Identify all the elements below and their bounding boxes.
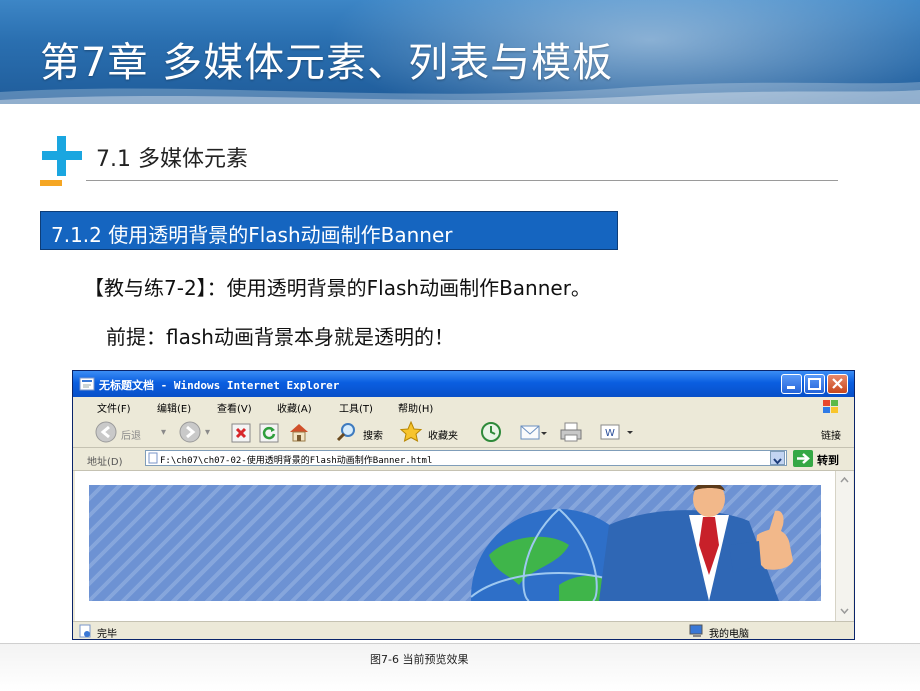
vertical-scrollbar[interactable] bbox=[835, 471, 853, 621]
plus-icon bbox=[40, 136, 82, 186]
svg-text:W: W bbox=[605, 428, 615, 439]
go-button-label[interactable]: 转到 bbox=[817, 452, 839, 468]
zone-text: 我的电脑 bbox=[709, 629, 749, 640]
minimize-icon bbox=[787, 386, 795, 389]
address-dropdown-button[interactable] bbox=[770, 451, 785, 465]
ie-menubar: 文件(F) 编辑(E) 查看(V) 收藏(A) 工具(T) 帮助(H) bbox=[73, 397, 854, 418]
maximize-icon bbox=[808, 378, 821, 390]
favorites-label[interactable]: 收藏夹 bbox=[428, 427, 458, 442]
exercise-text: 【教与练7-2】：使用透明背景的Flash动画制作Banner。 bbox=[84, 276, 591, 300]
back-dropdown-icon[interactable]: ▾ bbox=[161, 427, 166, 438]
figure-caption: 图7-6 当前预览效果 bbox=[370, 653, 469, 666]
chevron-down-icon bbox=[773, 458, 782, 465]
scroll-up-icon[interactable] bbox=[838, 473, 851, 486]
close-button[interactable] bbox=[827, 374, 848, 394]
page-icon bbox=[148, 452, 158, 464]
home-icon[interactable] bbox=[287, 421, 311, 443]
ie-window: 无标题文档 - Windows Internet Explorer 文件(F) … bbox=[72, 370, 855, 640]
subsection-bar: 7.1.2 使用透明背景的Flash动画制作Banner bbox=[40, 211, 618, 250]
ie-addressbar: 地址(D) F:\ch07\ch07-02-使用透明背景的Flash动画制作Ba… bbox=[73, 448, 854, 471]
slide-title: 第7章 多媒体元素、列表与模板 bbox=[40, 40, 614, 86]
close-icon bbox=[832, 378, 843, 389]
print-icon[interactable] bbox=[559, 421, 585, 443]
stop-icon[interactable] bbox=[231, 423, 251, 443]
address-input[interactable]: F:\ch07\ch07-02-使用透明背景的Flash动画制作Banner.h… bbox=[145, 450, 787, 466]
scroll-down-icon[interactable] bbox=[838, 604, 851, 617]
flash-banner bbox=[89, 485, 821, 601]
back-label[interactable]: 后退 bbox=[121, 427, 141, 442]
menu-help[interactable]: 帮助(H) bbox=[398, 400, 433, 415]
address-value: F:\ch07\ch07-02-使用透明背景的Flash动画制作Banner.h… bbox=[160, 456, 433, 466]
search-label[interactable]: 搜索 bbox=[363, 427, 383, 442]
menu-favorites[interactable]: 收藏(A) bbox=[277, 400, 312, 415]
slide-header: 第7章 多媒体元素、列表与模板 bbox=[0, 0, 920, 104]
windows-logo-icon bbox=[823, 400, 838, 413]
subsection-title: 7.1.2 使用透明背景的Flash动画制作Banner bbox=[51, 223, 453, 247]
status-text: 完毕 bbox=[97, 629, 117, 640]
ie-toolbar: 后退 ▾ ▾ 搜索 收藏夹 W 链接 bbox=[73, 417, 854, 448]
ie-statusbar: 完毕 我的电脑 bbox=[73, 621, 854, 640]
menu-view[interactable]: 查看(V) bbox=[217, 400, 252, 415]
address-label: 地址(D) bbox=[87, 457, 123, 468]
go-arrow-icon[interactable] bbox=[793, 450, 813, 467]
menu-edit[interactable]: 编辑(E) bbox=[157, 400, 191, 415]
links-label[interactable]: 链接 bbox=[821, 427, 841, 442]
menu-file[interactable]: 文件(F) bbox=[97, 400, 131, 415]
forward-icon[interactable] bbox=[179, 421, 201, 443]
back-icon[interactable] bbox=[95, 421, 117, 443]
search-icon[interactable] bbox=[335, 421, 359, 443]
favorites-star-icon[interactable] bbox=[399, 421, 423, 443]
banner-illustration bbox=[470, 485, 793, 601]
page-done-icon bbox=[79, 624, 91, 638]
menu-tools[interactable]: 工具(T) bbox=[339, 400, 373, 415]
minimize-button[interactable] bbox=[781, 374, 802, 394]
section-divider bbox=[86, 180, 838, 181]
ie-titlebar[interactable]: 无标题文档 - Windows Internet Explorer bbox=[73, 371, 854, 397]
forward-dropdown-icon[interactable]: ▾ bbox=[205, 427, 210, 438]
my-computer-icon bbox=[689, 624, 703, 637]
refresh-icon[interactable] bbox=[259, 423, 279, 443]
section-heading: 7.1 多媒体元素 bbox=[96, 147, 248, 172]
history-icon[interactable] bbox=[479, 421, 503, 443]
word-edit-icon[interactable]: W bbox=[599, 423, 635, 441]
ie-window-title: 无标题文档 - Windows Internet Explorer bbox=[99, 379, 340, 392]
ie-app-icon bbox=[79, 377, 95, 391]
page-content bbox=[75, 471, 835, 621]
premise-text: 前提：flash动画背景本身就是透明的！ bbox=[106, 325, 454, 349]
mail-icon[interactable] bbox=[519, 422, 547, 442]
maximize-button[interactable] bbox=[804, 374, 825, 394]
